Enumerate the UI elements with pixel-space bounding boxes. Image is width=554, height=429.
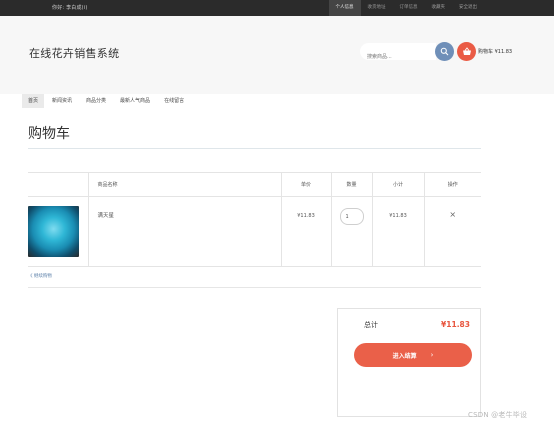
search-button[interactable] [435, 42, 454, 61]
product-image-cell [28, 196, 88, 267]
nav-home[interactable]: 首页 [22, 94, 45, 108]
heading-divider [28, 148, 481, 149]
link-profile[interactable]: 个人信息 [328, 0, 361, 16]
product-subtotal: ¥11.83 [371, 196, 424, 267]
cart-button[interactable] [457, 42, 476, 61]
watermark: CSDN @老牛毕设 [468, 411, 528, 419]
checkout-button[interactable]: 进入结算 › [354, 343, 472, 367]
product-name[interactable]: 满天星 [87, 196, 281, 267]
column-header-subtotal: 小计 [371, 172, 424, 197]
link-orders[interactable]: 订单信息 [393, 0, 425, 16]
remove-item-button[interactable]: × [449, 210, 456, 219]
site-header: 在线花卉销售系统 购物车 ¥11.83 首页 新闻资讯 商品分类 最新人气商品 … [0, 16, 554, 108]
search-icon [440, 47, 449, 56]
site-title[interactable]: 在线花卉销售系统 [29, 45, 119, 61]
user-links: 个人信息 收货地址 订单信息 收藏夹 安全退出 [328, 0, 485, 16]
quantity-input[interactable] [339, 208, 364, 225]
link-favorites[interactable]: 收藏夹 [425, 0, 453, 16]
nav-popular[interactable]: 最新人气商品 [114, 94, 156, 108]
cart-table: 商品名称 单价 数量 小计 操作 满天星 ¥11.83 ¥11.83 × [28, 172, 481, 267]
table-header-row: 商品名称 单价 数量 小计 操作 [28, 172, 481, 197]
link-address[interactable]: 收货地址 [361, 0, 393, 16]
column-header-quantity: 数量 [330, 172, 372, 197]
chevron-right-icon: › [430, 351, 434, 359]
product-action-cell: × [423, 196, 481, 267]
product-price: ¥11.83 [280, 196, 331, 267]
product-thumbnail[interactable] [28, 206, 79, 257]
nav-messages[interactable]: 在线留言 [158, 94, 190, 108]
link-logout[interactable]: 安全退出 [452, 0, 484, 16]
top-bar: 你好: 李白成(i) 个人信息 收货地址 订单信息 收藏夹 安全退出 [0, 0, 554, 16]
product-quantity-cell [330, 196, 372, 267]
continue-divider [28, 287, 481, 288]
main-nav: 首页 新闻资讯 商品分类 最新人气商品 在线留言 [22, 94, 192, 108]
column-header-price: 单价 [280, 172, 331, 197]
checkout-label: 进入结算 [392, 352, 417, 360]
nav-news[interactable]: 新闻资讯 [46, 94, 78, 108]
continue-shopping-link[interactable]: 《 继续购物 [28, 273, 52, 279]
cart-summary[interactable]: 购物车 ¥11.83 [478, 48, 512, 55]
column-header-action: 操作 [423, 172, 481, 197]
order-summary: 总计 ¥11.83 进入结算 › [337, 308, 481, 417]
basket-icon [462, 47, 471, 55]
page-title: 购物车 [28, 126, 70, 142]
nav-categories[interactable]: 商品分类 [80, 94, 112, 108]
search-box [360, 43, 436, 66]
column-header-name: 商品名称 [87, 172, 281, 197]
search-input[interactable] [360, 48, 430, 66]
column-header-image [28, 172, 88, 197]
total-value: ¥11.83 [441, 320, 470, 329]
user-greeting: 你好: 李白成(i) [52, 5, 88, 11]
table-row: 满天星 ¥11.83 ¥11.83 × [28, 196, 481, 267]
total-label: 总计 [364, 321, 378, 329]
